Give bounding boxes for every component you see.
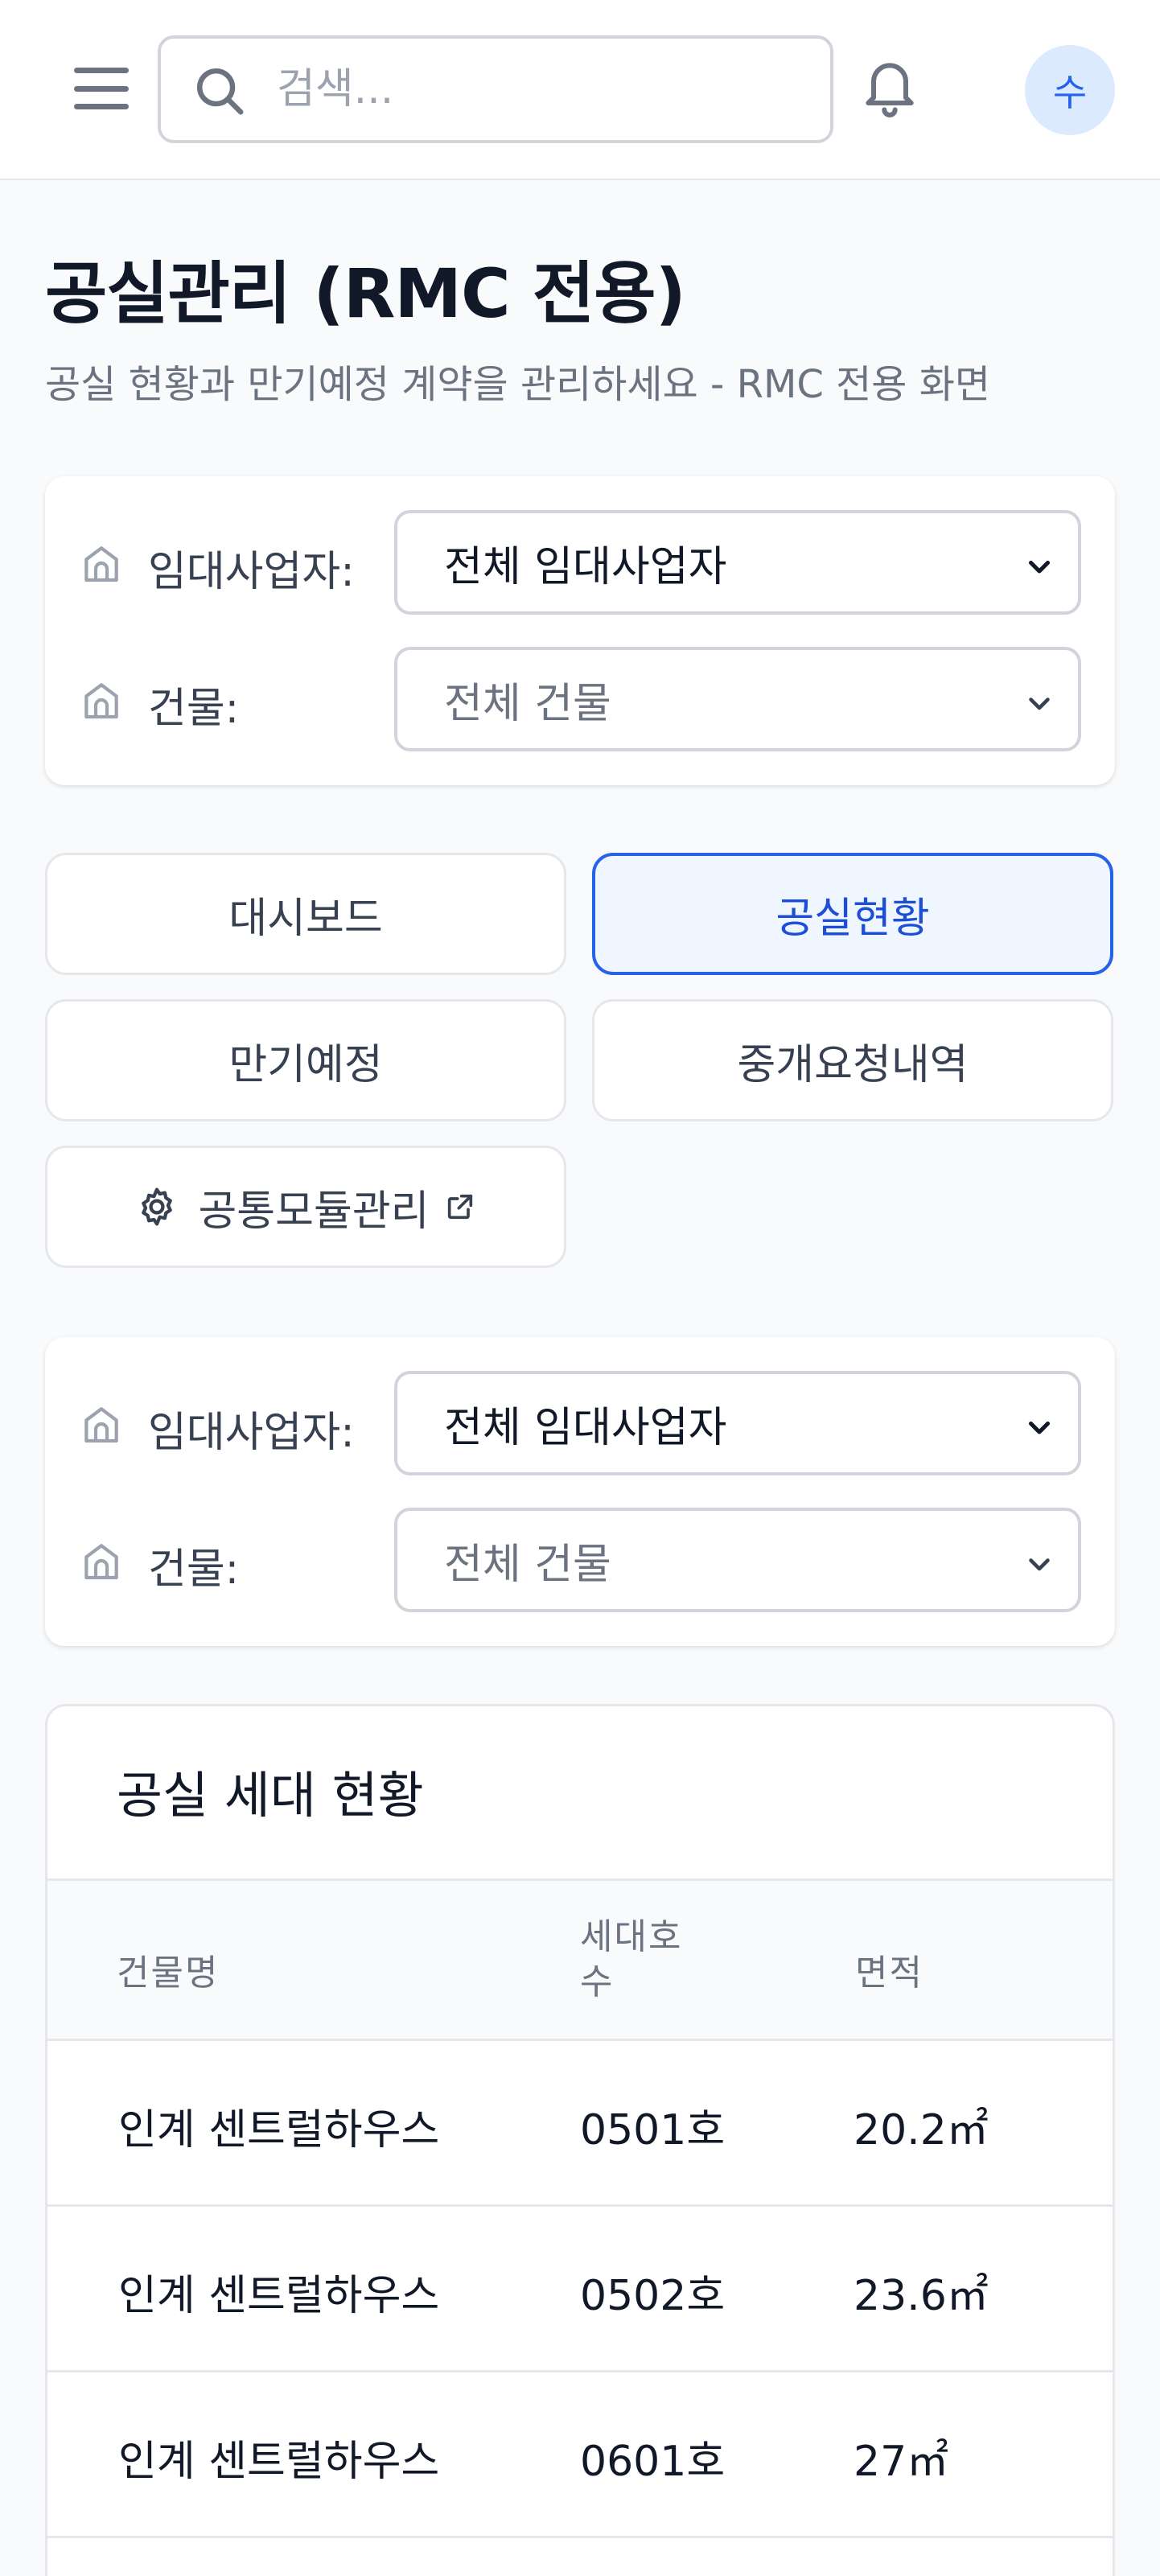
building-select[interactable]: 전체 건물 — [394, 1508, 1081, 1612]
cell-area: 20.2㎡ — [854, 2106, 989, 2154]
column-header-unit-line2: 수 — [580, 1961, 615, 2002]
building-filter-row: 건물: 전체 건물 — [45, 1508, 1115, 1612]
tab-vacancy-status[interactable]: 공실현황 — [592, 853, 1113, 975]
common-module-label: 공통모듈관리 — [198, 1187, 430, 1236]
filter-card-top: 임대사업자: 전체 임대사업자 건물: 전체 건물 — [45, 476, 1115, 785]
cell-building: 인계 센트럴하우스 — [118, 2272, 440, 2320]
cell-area: 27㎡ — [854, 2438, 949, 2486]
building-select[interactable]: 전체 건물 — [394, 647, 1081, 751]
building-filter-row: 건물: 전체 건물 — [45, 647, 1115, 751]
lessor-filter-row: 임대사업자: 전체 임대사업자 — [45, 1371, 1115, 1475]
lessor-select-value: 전체 임대사업자 — [444, 1403, 727, 1452]
tab-expiring[interactable]: 만기예정 — [45, 999, 566, 1121]
column-header-unit-line1: 세대호 — [580, 1916, 683, 1957]
gear-icon — [142, 1187, 173, 1226]
table-row[interactable]: 인계 센트럴하우스 0502호 23.6㎡ — [47, 2207, 1113, 2372]
lessor-filter-row: 임대사업자: 전체 임대사업자 — [45, 510, 1115, 615]
cell-unit: 0502호 — [580, 2272, 726, 2320]
building-select-value: 전체 건물 — [444, 679, 611, 728]
lessor-filter-label: 임대사업자: — [148, 548, 355, 596]
page-title: 공실관리 (RMC 전용) — [45, 254, 686, 333]
cell-building: 인계 센트럴하우스 — [118, 2106, 440, 2154]
lessor-filter-label: 임대사업자: — [148, 1409, 355, 1457]
tab-brokerage-requests[interactable]: 중개요청내역 — [592, 999, 1113, 1121]
table-header: 건물명 세대호 수 면적 — [47, 1879, 1113, 2041]
page: 수 공실관리 (RMC 전용) 공실 현황과 만기예정 계약을 관리하세요 - … — [0, 0, 1160, 2576]
building-filter-label: 건물: — [148, 685, 240, 733]
lessor-select-value: 전체 임대사업자 — [444, 542, 727, 591]
cell-unit: 0501호 — [580, 2106, 726, 2154]
search-box[interactable] — [158, 35, 833, 143]
cell-building: 인계 센트럴하우스 — [118, 2438, 440, 2486]
column-header-area: 면적 — [855, 1953, 923, 1994]
page-subtitle: 공실 현황과 만기예정 계약을 관리하세요 - RMC 전용 화면 — [45, 362, 991, 407]
lessor-select[interactable]: 전체 임대사업자 — [394, 1371, 1081, 1475]
building-icon — [84, 546, 118, 582]
building-filter-label: 건물: — [148, 1545, 240, 1594]
table-row[interactable]: 인계 센트럴하우스 0601호 27㎡ — [47, 2372, 1113, 2538]
tab-dashboard-label: 대시보드 — [228, 894, 383, 943]
lessor-select[interactable]: 전체 임대사업자 — [394, 510, 1081, 615]
vacancy-table-title: 공실 세대 현황 — [117, 1766, 424, 1825]
tab-expiring-label: 만기예정 — [228, 1040, 383, 1089]
bell-icon[interactable] — [858, 51, 922, 122]
avatar-initial: 수 — [1052, 71, 1088, 114]
cell-unit: 0601호 — [580, 2438, 726, 2486]
building-icon — [84, 683, 118, 719]
tab-vacancy-status-label: 공실현황 — [775, 894, 930, 943]
column-header-building: 건물명 — [117, 1953, 220, 1994]
hamburger-menu-icon[interactable] — [71, 63, 132, 114]
search-icon — [197, 68, 244, 115]
tab-dashboard[interactable]: 대시보드 — [45, 853, 566, 975]
top-bar: 수 — [0, 0, 1160, 180]
chevron-down-icon — [1028, 560, 1051, 574]
column-header-unit: 세대호 수 — [580, 1915, 701, 2005]
chevron-down-icon — [1028, 1421, 1051, 1434]
chevron-down-icon — [1029, 697, 1050, 710]
avatar[interactable]: 수 — [1025, 45, 1115, 135]
building-icon — [84, 1544, 118, 1580]
vacancy-table-card: 공실 세대 현황 건물명 세대호 수 면적 인계 센트럴하우스 0501호 20.… — [45, 1704, 1115, 2576]
building-select-value: 전체 건물 — [444, 1540, 611, 1589]
search-input[interactable] — [161, 65, 830, 113]
chevron-down-icon — [1029, 1558, 1050, 1571]
tab-brokerage-requests-label: 중개요청내역 — [737, 1040, 969, 1089]
building-icon — [84, 1407, 118, 1443]
external-link-icon — [447, 1194, 472, 1220]
cell-area: 23.6㎡ — [854, 2272, 989, 2320]
filter-card-bottom: 임대사업자: 전체 임대사업자 건물: 전체 건물 — [45, 1337, 1115, 1646]
common-module-button[interactable]: 공통모듈관리 — [45, 1146, 566, 1268]
table-row[interactable]: 인계 센트럴하우스 0501호 20.2㎡ — [47, 2041, 1113, 2207]
